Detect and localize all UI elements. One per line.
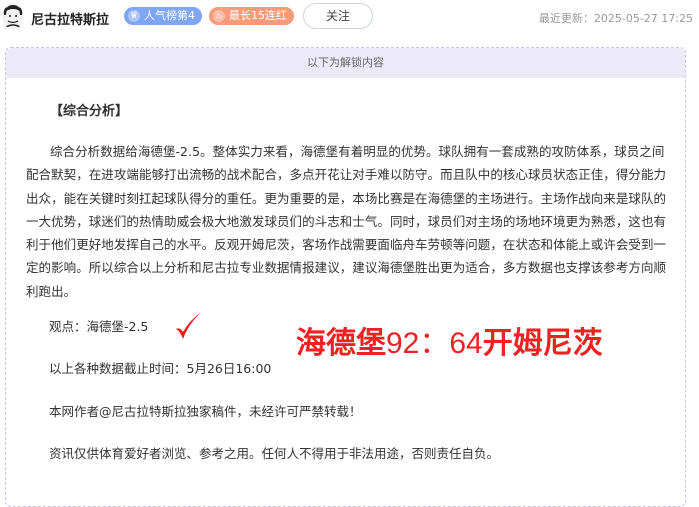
avatar[interactable] xyxy=(2,3,24,29)
data-cutoff: 以上各种数据截止时间：5月26日16:00 xyxy=(49,361,272,376)
red-checkmark-icon xyxy=(173,309,203,343)
analysis-paragraph: 综合分析数据给海德堡-2.5。整体实力来看，海德堡有着明显的优势。球队拥有一套成… xyxy=(26,144,667,299)
score-away-team: 开姆尼茨 xyxy=(482,327,603,360)
score-home-team: 海德堡 xyxy=(296,327,386,360)
fire-icon: ♨ xyxy=(213,10,225,22)
rank-badge-label: 人气榜第4 xyxy=(144,9,195,22)
streak-badge-label: 最长15连红 xyxy=(229,9,287,22)
viewpoint: 观点：海德堡-2.5 xyxy=(49,319,149,334)
author-header: 尼古拉特斯拉 ♛ 人气榜第4 ♨ 最长15连红 关注 最近更新：2025-05-… xyxy=(0,0,699,36)
author-name[interactable]: 尼古拉特斯拉 xyxy=(31,9,109,28)
score-banner: 海德堡92：64开姆尼茨 xyxy=(296,318,603,362)
unlock-notice: 以下为解锁内容 xyxy=(6,48,685,78)
follow-button[interactable]: 关注 xyxy=(303,3,373,29)
streak-badge: ♨ 最长15连红 xyxy=(209,7,294,25)
last-updated: 最近更新：2025-05-27 17:25 xyxy=(538,12,693,25)
rank-badge: ♛ 人气榜第4 xyxy=(124,7,202,25)
crown-icon: ♛ xyxy=(128,10,140,22)
section-title: 【综合分析】 xyxy=(50,104,129,119)
disclaimer: 资讯仅供体育爱好者浏览、参考之用。任何人不得用于非法用途，否则责任自负。 xyxy=(49,446,500,461)
score-value: 92：64 xyxy=(386,327,483,360)
copyright-notice: 本网作者@尼古拉特斯拉独家稿件，未经许可严禁转载！ xyxy=(49,404,362,419)
